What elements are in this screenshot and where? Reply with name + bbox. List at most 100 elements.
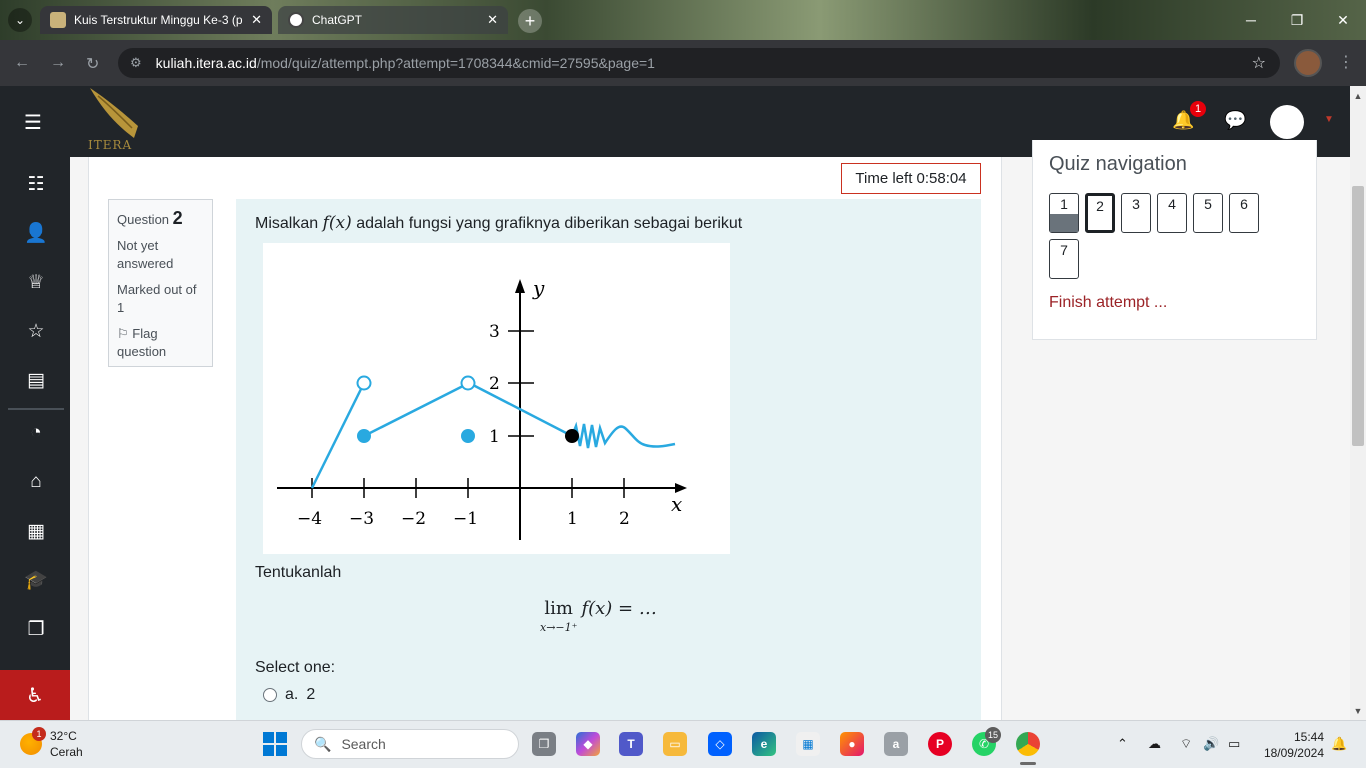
quiz-nav-number: 1 [1060, 196, 1068, 212]
close-tab-icon[interactable]: ✕ [487, 12, 498, 28]
copilot-icon[interactable]: ◆ [576, 732, 600, 756]
quiz-nav-number: 3 [1132, 196, 1140, 212]
x-tick-label: −2 [401, 509, 426, 529]
reload-icon[interactable]: ↻ [86, 54, 99, 74]
new-tab-button[interactable]: + [518, 9, 542, 33]
courses-icon[interactable]: 🎓 [23, 567, 49, 593]
calendar-icon[interactable]: ▦ [23, 518, 49, 544]
quiz-nav-button-4[interactable]: 4 [1157, 193, 1187, 233]
limit-expression: lim x→−1⁺ f(x) = … [540, 598, 657, 634]
restore-button[interactable]: ❐ [1274, 0, 1320, 40]
url-path: /mod/quiz/attempt.php?attempt=1708344&cm… [256, 55, 655, 71]
quiz-nav-number: 2 [1096, 198, 1104, 214]
taskbar-search[interactable]: 🔍 Search [301, 729, 519, 759]
whatsapp-badge: 15 [985, 727, 1001, 743]
back-icon[interactable]: ← [14, 54, 30, 72]
graph-segment [363, 384, 464, 438]
flag-icon: ⚐ [117, 326, 129, 341]
y-axis-label: y [532, 276, 545, 300]
store-icon[interactable]: ▦ [796, 732, 820, 756]
graph-segment [310, 386, 364, 489]
logo-text: ITERA [88, 138, 133, 152]
user-menu-caret-icon[interactable]: ▼ [1324, 114, 1334, 125]
quiz-nav-button-7[interactable]: 7 [1049, 239, 1079, 279]
tab-search-button[interactable]: ⌄ [8, 8, 32, 32]
task-view-icon[interactable]: ❐ [532, 732, 556, 756]
list-icon[interactable]: ☷ [23, 171, 49, 197]
dashboard-icon[interactable]: ◔ [23, 420, 49, 446]
y-tick-label: 3 [489, 322, 500, 342]
left-drawer: ☷ 👤 ♕ ☆ ▤ ◔ ⌂ ▦ 🎓 ❐ [0, 157, 70, 720]
weather-badge: 1 [32, 727, 46, 741]
limit-operator: lim x→−1⁺ [540, 598, 577, 634]
y-axis-arrow [515, 279, 525, 293]
bookmark-star-icon[interactable]: ☆ [1252, 53, 1266, 73]
pinterest-icon[interactable]: P [928, 732, 952, 756]
firefox-icon[interactable]: ● [840, 732, 864, 756]
weather-description[interactable]: Cerah [50, 745, 83, 759]
flag-question-link[interactable]: ⚐ Flag question [117, 325, 204, 361]
home-icon[interactable]: ⌂ [23, 469, 49, 495]
question-number-value: 2 [172, 208, 183, 228]
dropbox-icon[interactable]: ◇ [708, 732, 732, 756]
image-viewer-icon[interactable]: a [884, 732, 908, 756]
forward-icon[interactable]: → [50, 54, 66, 72]
select-one-prompt: Select one: [255, 659, 336, 676]
user-avatar[interactable] [1270, 105, 1304, 139]
tab-chatgpt[interactable]: ChatGPT ✕ [278, 6, 508, 34]
itera-favicon-icon [50, 12, 66, 28]
notification-count-badge: 1 [1188, 99, 1208, 119]
tab-quiz[interactable]: Kuis Terstruktur Minggu Ke-3 (p ✕ [40, 6, 272, 34]
x-axis-label: x [671, 492, 682, 516]
profile-icon[interactable]: 👤 [23, 220, 49, 246]
question-text-before: Misalkan [255, 215, 319, 232]
chrome-icon[interactable] [1016, 732, 1040, 756]
scrollbar-thumb[interactable] [1352, 186, 1364, 446]
browser-menu-icon[interactable]: ⋮ [1338, 52, 1354, 72]
notifications-bell-icon[interactable]: 🔔 [1331, 736, 1347, 752]
minimize-button[interactable]: ─ [1228, 0, 1274, 40]
battery-icon[interactable]: ▭ [1228, 736, 1240, 752]
teams-icon[interactable]: T [619, 732, 643, 756]
hamburger-menu-icon[interactable]: ☰ [24, 110, 42, 135]
scroll-up-icon[interactable]: ▲ [1350, 88, 1366, 104]
chrome-active-indicator [1020, 762, 1036, 765]
clock-date: 18/09/2024 [1263, 746, 1324, 760]
accessibility-icon[interactable]: ♿ [0, 670, 70, 720]
url-field[interactable]: ⚙ kuliah.itera.ac.id/mod/quiz/attempt.ph… [118, 48, 1280, 78]
y-tick-label: 2 [489, 374, 500, 394]
answer-option-a[interactable]: a. 2 [263, 686, 315, 704]
volume-icon[interactable]: 🔊 [1203, 736, 1219, 752]
book-icon[interactable]: ▤ [23, 367, 49, 393]
site-info-icon[interactable]: ⚙ [130, 55, 142, 71]
files-icon[interactable]: ❐ [23, 616, 49, 642]
weather-temperature[interactable]: 32°C [50, 729, 77, 743]
star-icon[interactable]: ☆ [23, 318, 49, 344]
question-grade: Marked out of 1 [117, 282, 197, 315]
file-explorer-icon[interactable]: ▭ [663, 732, 687, 756]
show-hidden-icons-icon[interactable]: ⌃ [1117, 736, 1128, 752]
taskbar-clock[interactable]: 15:44 18/09/2024 [1262, 729, 1324, 761]
quiz-nav-button-3[interactable]: 3 [1121, 193, 1151, 233]
quiz-nav-button-6[interactable]: 6 [1229, 193, 1259, 233]
x-tick-label: −3 [349, 509, 374, 529]
wifi-icon[interactable]: ⌔ [1180, 736, 1192, 752]
close-tab-icon[interactable]: ✕ [251, 12, 262, 28]
close-window-button[interactable]: ✕ [1320, 0, 1366, 40]
quiz-nav-button-5[interactable]: 5 [1193, 193, 1223, 233]
onedrive-cloud-icon[interactable]: ☁ [1148, 736, 1161, 752]
scroll-down-icon[interactable]: ▼ [1350, 703, 1366, 719]
messages-icon[interactable]: 💬 [1224, 110, 1246, 131]
quiz-nav-button-1[interactable]: 1 [1049, 193, 1079, 233]
finish-attempt-link[interactable]: Finish attempt ... [1049, 294, 1167, 312]
browser-profile-avatar[interactable] [1294, 49, 1322, 77]
option-radio[interactable] [263, 688, 277, 702]
start-button[interactable] [263, 732, 287, 756]
option-letter: a. [285, 686, 299, 703]
x-tick-label: 1 [567, 509, 578, 529]
question-info: Question 2 Not yet answered Marked out o… [108, 199, 213, 367]
badges-icon[interactable]: ♕ [23, 269, 49, 295]
quiz-nav-button-2[interactable]: 2 [1085, 193, 1115, 233]
edge-icon[interactable]: e [752, 732, 776, 756]
question-text-math: f(x) [322, 213, 352, 233]
